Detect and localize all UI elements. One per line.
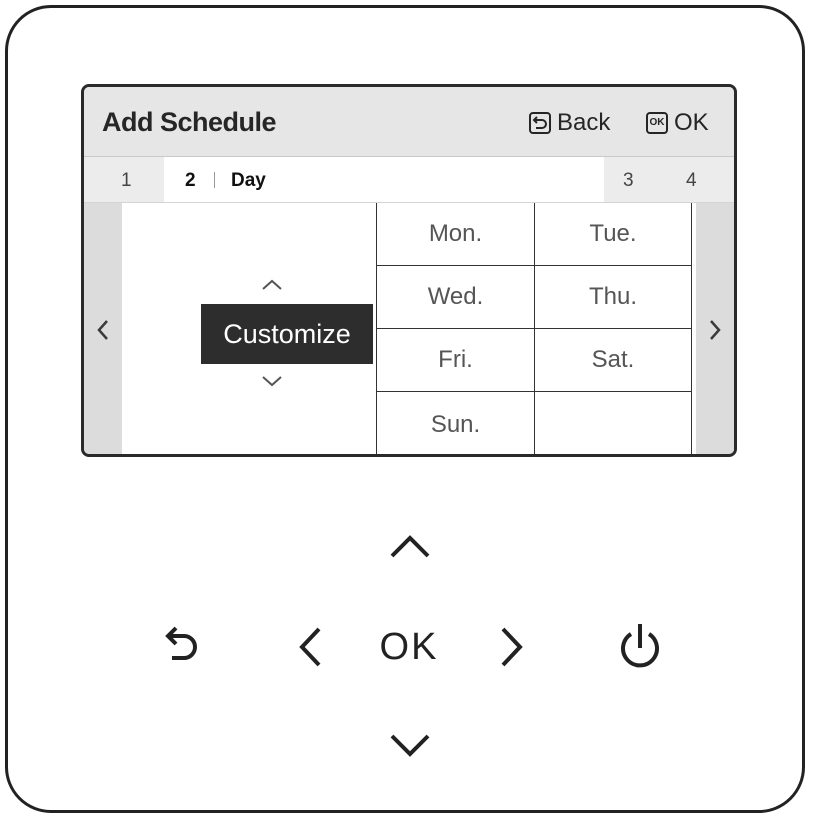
right-icon [501, 627, 523, 667]
step-2-label: Day [231, 170, 266, 191]
chevron-right-icon [710, 320, 721, 340]
down-icon [390, 734, 430, 757]
step-separator [214, 172, 215, 188]
page-title: Add Schedule [102, 107, 277, 137]
chevron-left-icon [97, 320, 108, 340]
step-3: 3 [623, 170, 634, 191]
back-key[interactable] [158, 620, 206, 672]
selector-up-icon[interactable] [260, 273, 284, 297]
ok-key[interactable]: OK [372, 624, 446, 670]
back-button[interactable]: Back [529, 109, 610, 137]
day-cell-thu[interactable]: Thu. [534, 266, 692, 329]
day-cell-tue[interactable]: Tue. [534, 203, 692, 266]
display-screen: Add Schedule Back OK OK 1 2 Day 3 4 Cust… [81, 84, 737, 457]
power-icon [621, 624, 659, 668]
day-cell-mon[interactable]: Mon. [376, 203, 534, 266]
selector-down-icon[interactable] [260, 369, 284, 393]
ok-icon: OK [646, 112, 668, 134]
power-key[interactable] [612, 616, 668, 676]
next-page-button[interactable] [696, 203, 734, 454]
right-button[interactable] [492, 622, 532, 672]
back-label: Back [557, 109, 611, 136]
prev-page-button[interactable] [84, 203, 122, 454]
day-cell-fri[interactable]: Fri. [376, 329, 534, 392]
day-cell-sun[interactable]: Sun. [376, 392, 534, 454]
step-indicator: 1 2 Day 3 4 [84, 157, 734, 203]
step-4: 4 [686, 170, 697, 191]
step-1: 1 [121, 170, 132, 191]
selector-value[interactable]: Customize [201, 304, 373, 364]
day-cell-wed[interactable]: Wed. [376, 266, 534, 329]
back-icon [165, 626, 197, 660]
day-mode-selector[interactable]: Customize [122, 203, 376, 454]
down-button[interactable] [385, 725, 435, 767]
day-cell-sat[interactable]: Sat. [534, 329, 692, 392]
ok-label: OK [674, 109, 709, 136]
day-grid: Mon. Tue. Wed. Thu. Fri. Sat. Sun. [376, 203, 694, 454]
up-icon [390, 535, 430, 558]
up-button[interactable] [385, 525, 435, 567]
left-icon [299, 627, 321, 667]
ok-button[interactable]: OK OK [646, 109, 709, 137]
day-cell-empty [534, 392, 692, 454]
left-button[interactable] [290, 622, 330, 672]
step-2: 2 [185, 170, 196, 191]
screen-header: Add Schedule Back OK OK [84, 87, 734, 157]
back-icon [529, 112, 551, 134]
